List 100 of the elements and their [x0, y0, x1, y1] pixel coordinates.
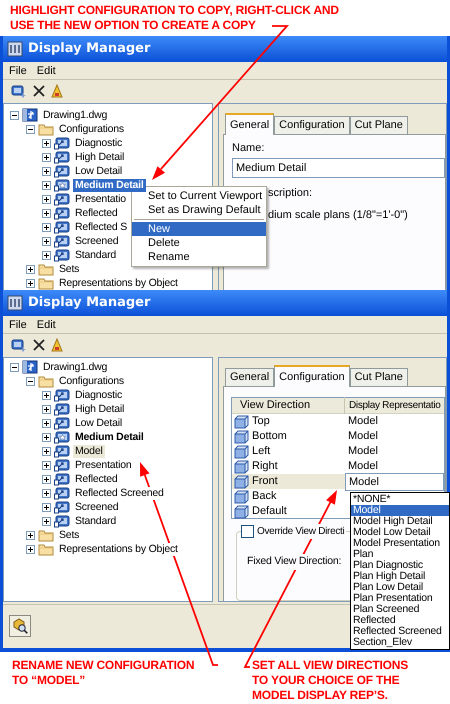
dropdown-option[interactable]: Model	[351, 505, 449, 516]
display-icon	[54, 178, 70, 192]
dropdown-option[interactable]: Reflected	[351, 615, 449, 626]
plus-box-icon[interactable]	[42, 152, 51, 162]
dropdown-option[interactable]: Plan Presentation	[351, 593, 449, 604]
tree-item[interactable]: Reflected S	[73, 220, 130, 234]
tree-item[interactable]: Standard	[73, 514, 118, 528]
cube-icon	[234, 430, 249, 444]
plus-box-icon[interactable]	[42, 208, 51, 218]
tab[interactable]: Configuration	[274, 365, 350, 387]
dropdown-option[interactable]: Model Low Detail	[351, 527, 449, 538]
tree-item[interactable]: Configurations	[57, 122, 126, 136]
menu-item[interactable]: New	[132, 222, 266, 236]
minus-box-icon[interactable]	[10, 362, 19, 372]
menu-item[interactable]: File	[6, 64, 30, 78]
plus-box-icon[interactable]	[42, 138, 51, 148]
menu-item[interactable]: Set to Current Viewport	[132, 189, 266, 203]
cube-icon	[234, 414, 249, 428]
tree-item[interactable]: Medium Detail	[73, 430, 146, 444]
tree-item[interactable]: Configurations	[57, 374, 126, 388]
tree-item[interactable]: Reflected	[73, 472, 120, 486]
minus-box-icon[interactable]	[10, 110, 19, 120]
plus-box-icon[interactable]	[42, 502, 51, 512]
display-icon	[54, 514, 70, 528]
tree-item[interactable]: Low Detail	[73, 416, 124, 430]
plus-box-icon[interactable]	[42, 488, 51, 498]
dropdown-option[interactable]: Plan Screened	[351, 604, 449, 615]
cone-icon[interactable]	[51, 338, 63, 352]
dropdown-option[interactable]: Plan Diagnostic	[351, 560, 449, 571]
field-label: scription:	[268, 186, 312, 200]
plus-box-icon[interactable]	[42, 180, 51, 190]
plus-box-icon[interactable]	[42, 516, 51, 526]
menu-item[interactable]: File	[6, 318, 30, 332]
new-configuration-icon[interactable]	[11, 84, 27, 98]
dropdown-option[interactable]: Model High Detail	[351, 516, 449, 527]
dropdown-option[interactable]: *NONE*	[351, 494, 449, 505]
minus-box-icon[interactable]	[26, 376, 35, 386]
dropdown-option[interactable]: Reflected Screened	[351, 626, 449, 637]
tree-item[interactable]: Screened	[73, 500, 120, 514]
dropdown-option[interactable]: Model Presentation	[351, 538, 449, 549]
tab[interactable]: Configuration	[274, 116, 350, 134]
viewer-button[interactable]	[9, 615, 31, 637]
menu-item[interactable]: Edit	[34, 64, 59, 78]
tree-item[interactable]: Low Detail	[73, 164, 124, 178]
new-configuration-icon[interactable]	[11, 338, 27, 352]
plus-box-icon[interactable]	[26, 264, 35, 274]
plus-box-icon[interactable]	[42, 446, 51, 456]
tree-item[interactable]: Drawing1.dwg	[41, 108, 110, 122]
tree-item[interactable]: Reflected Screened	[73, 486, 166, 500]
plus-box-icon[interactable]	[42, 390, 51, 400]
tree-item[interactable]: Reflected	[73, 206, 120, 220]
menu-item[interactable]: Delete	[132, 236, 266, 250]
tree-item[interactable]: High Detail	[73, 150, 126, 164]
tree-item[interactable]: Presentation	[73, 458, 134, 472]
delete-icon[interactable]	[33, 85, 45, 97]
tab[interactable]: General	[225, 113, 274, 135]
menu-item[interactable]: Edit	[34, 318, 59, 332]
tree-item[interactable]: Screened	[73, 234, 120, 248]
menu-item[interactable]: Rename	[132, 250, 266, 264]
tree-item[interactable]: Representations by Object	[57, 542, 180, 556]
tree-item[interactable]: Representations by Object	[57, 276, 180, 290]
tab[interactable]: Cut Plane	[350, 116, 408, 134]
tree-item[interactable]: Medium Detail	[73, 178, 146, 192]
tree-item[interactable]: Model	[73, 444, 105, 458]
tree-item[interactable]: Sets	[57, 528, 82, 542]
plus-box-icon[interactable]	[42, 194, 51, 204]
plus-box-icon[interactable]	[42, 250, 51, 260]
tree-item[interactable]: Standard	[73, 248, 118, 262]
plus-box-icon[interactable]	[42, 236, 51, 246]
plus-box-icon[interactable]	[42, 474, 51, 484]
plus-box-icon[interactable]	[42, 460, 51, 470]
dropdown-option[interactable]: Plan High Detail	[351, 571, 449, 582]
dropdown-option[interactable]: Plan	[351, 549, 449, 560]
plus-box-icon[interactable]	[26, 530, 35, 540]
plus-box-icon[interactable]	[26, 278, 35, 288]
tab[interactable]: Cut Plane	[350, 368, 408, 386]
tab[interactable]: General	[225, 368, 274, 386]
menu-item[interactable]: Set as Drawing Default	[132, 203, 266, 217]
tree-item[interactable]: High Detail	[73, 402, 126, 416]
minus-box-icon[interactable]	[26, 124, 35, 134]
tree-item[interactable]: Drawing1.dwg	[41, 360, 110, 374]
display-icon	[54, 458, 70, 472]
dropdown-option[interactable]: Section_Elev	[351, 637, 449, 648]
table-cell: Bottom	[232, 429, 345, 444]
tree-item[interactable]: Diagnostic	[73, 136, 124, 150]
plus-box-icon[interactable]	[42, 166, 51, 176]
tree-item[interactable]: Diagnostic	[73, 388, 124, 402]
plus-box-icon[interactable]	[42, 404, 51, 414]
cone-icon[interactable]	[51, 84, 63, 98]
name-field[interactable]: Medium Detail	[232, 158, 445, 178]
plus-box-icon[interactable]	[26, 544, 35, 554]
plus-box-icon[interactable]	[42, 222, 51, 232]
representation-combo[interactable]: Model	[345, 472, 444, 490]
delete-icon[interactable]	[33, 339, 45, 351]
checkbox[interactable]	[241, 525, 254, 538]
plus-box-icon[interactable]	[42, 418, 51, 428]
dropdown-option[interactable]: Plan Low Detail	[351, 582, 449, 593]
plus-box-icon[interactable]	[42, 432, 51, 442]
tree-item[interactable]: Sets	[57, 262, 82, 276]
tree-item[interactable]: Presentatio	[73, 192, 128, 206]
